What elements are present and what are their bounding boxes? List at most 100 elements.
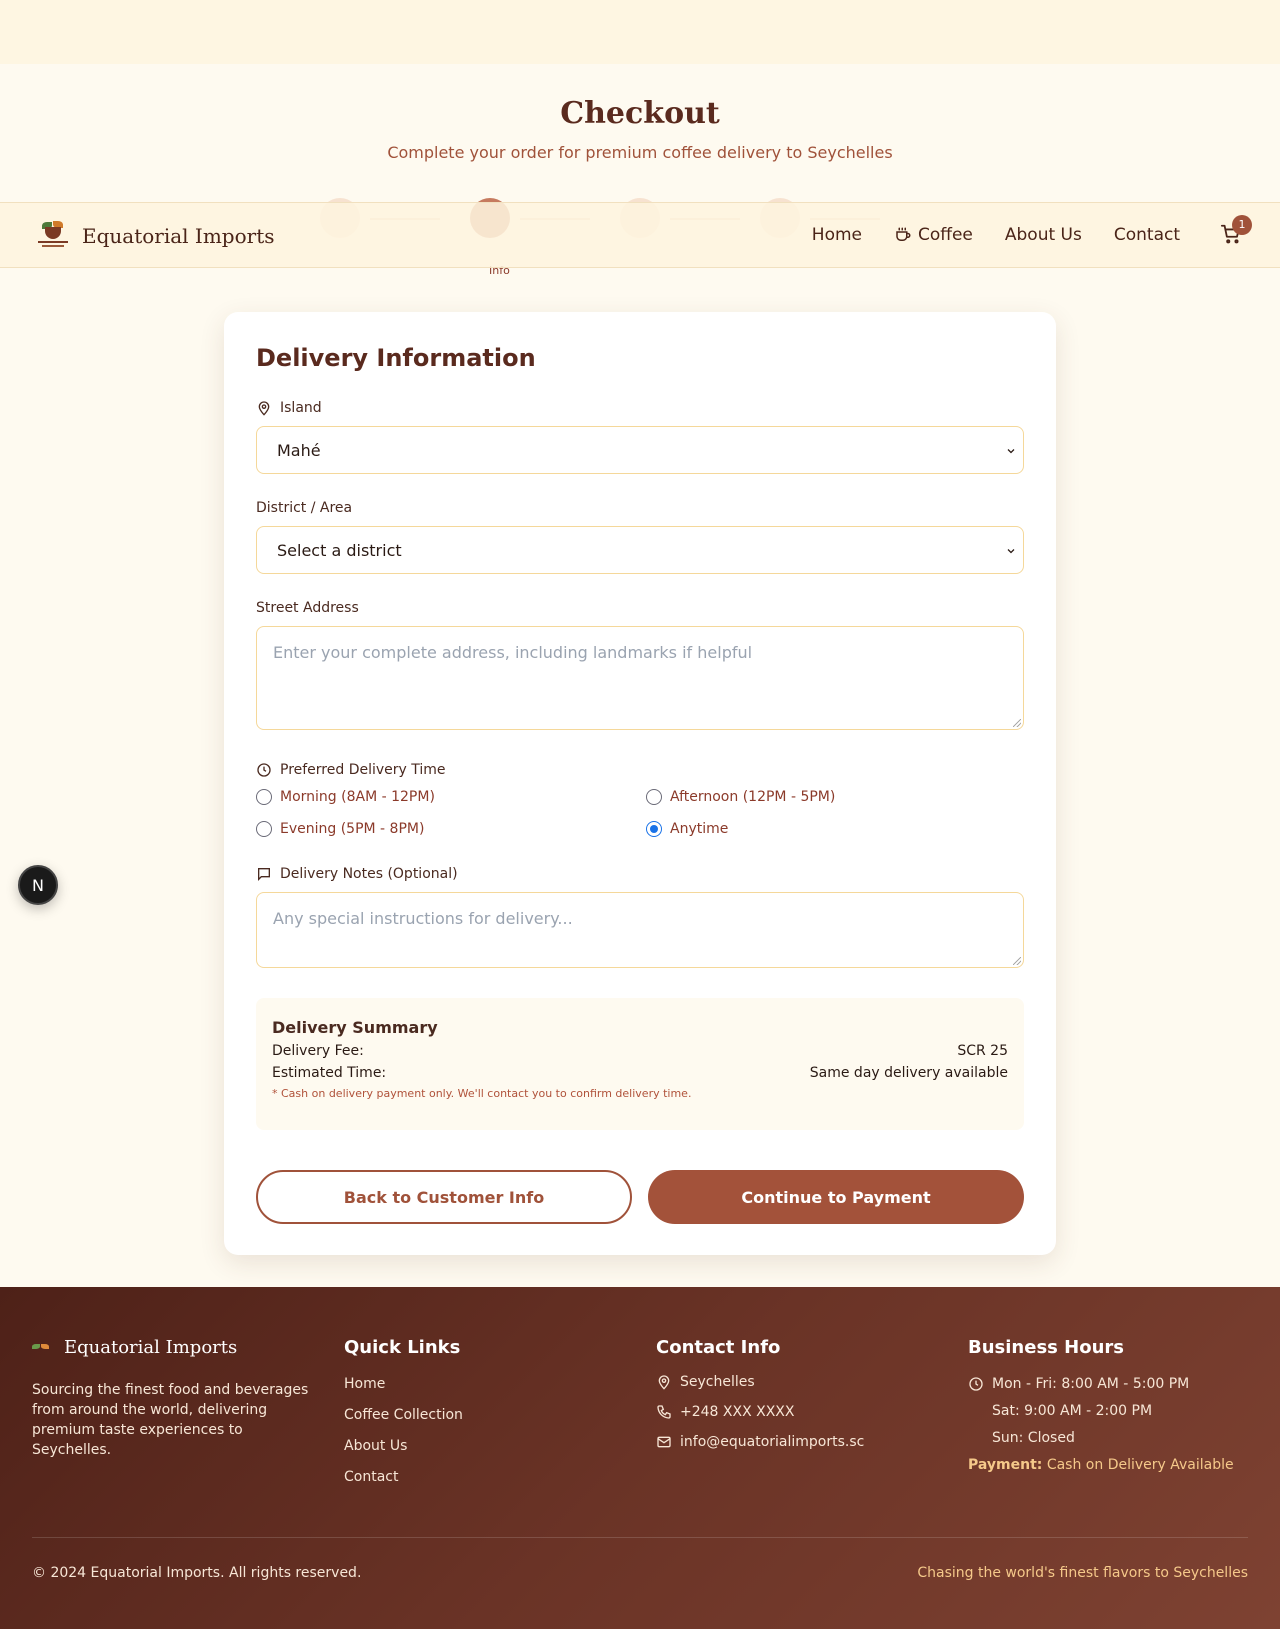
nav-coffee[interactable]: Coffee bbox=[894, 225, 973, 245]
nav-home[interactable]: Home bbox=[812, 225, 862, 245]
nav-coffee-label: Coffee bbox=[917, 225, 973, 245]
delivery-time-label: Preferred Delivery Time bbox=[256, 762, 446, 778]
location-text: Seychelles bbox=[680, 1374, 755, 1390]
hours-title: Business Hours bbox=[968, 1337, 1124, 1358]
radio-circle[interactable] bbox=[256, 789, 272, 805]
continue-button[interactable]: Continue to Payment bbox=[648, 1170, 1024, 1224]
map-pin-icon bbox=[656, 1374, 672, 1390]
footer: Equatorial Imports Sourcing the finest f… bbox=[0, 1287, 1280, 1629]
footer-contact: Contact Info Seychelles +248 XXX XXXX in… bbox=[656, 1337, 864, 1464]
back-button[interactable]: Back to Customer Info bbox=[256, 1170, 632, 1224]
delivery-notes-input[interactable]: Any special instructions for delivery... bbox=[256, 892, 1024, 968]
contact-email[interactable]: info@equatorialimports.sc bbox=[656, 1434, 864, 1450]
district-select[interactable]: Select a district bbox=[256, 526, 1024, 574]
street-placeholder: Enter your complete address, including l… bbox=[273, 643, 753, 662]
footer-link-about[interactable]: About Us bbox=[344, 1438, 463, 1454]
nav-contact[interactable]: Contact bbox=[1114, 225, 1180, 245]
form-title: Delivery Information bbox=[256, 344, 536, 372]
radio-circle[interactable] bbox=[646, 789, 662, 805]
summary-note: * Cash on delivery payment only. We'll c… bbox=[272, 1087, 692, 1100]
time-label: Estimated Time: bbox=[272, 1065, 387, 1081]
coffee-cup-icon bbox=[894, 226, 912, 244]
summary-title: Delivery Summary bbox=[272, 1018, 438, 1037]
island-select[interactable]: Mahé bbox=[256, 426, 1024, 474]
footer-brand-col: Equatorial Imports Sourcing the finest f… bbox=[32, 1337, 312, 1460]
contact-title: Contact Info bbox=[656, 1337, 781, 1358]
notes-label-text: Delivery Notes (Optional) bbox=[280, 866, 458, 882]
mail-icon bbox=[656, 1434, 672, 1450]
page-subtitle: Complete your order for premium coffee d… bbox=[387, 143, 893, 162]
hours-weekdays: Mon - Fri: 8:00 AM - 5:00 PM bbox=[968, 1376, 1234, 1392]
radio-label: Evening (5PM - 8PM) bbox=[280, 821, 425, 837]
nav-links: Home Coffee About Us Contact bbox=[812, 225, 1180, 245]
footer-hours: Business Hours Mon - Fri: 8:00 AM - 5:00… bbox=[968, 1337, 1234, 1484]
nav-about[interactable]: About Us bbox=[1005, 225, 1082, 245]
chevron-down-icon bbox=[1005, 545, 1017, 557]
radio-morning[interactable]: Morning (8AM - 12PM) bbox=[256, 789, 435, 805]
footer-divider bbox=[32, 1537, 1248, 1538]
footer-link-contact[interactable]: Contact bbox=[344, 1469, 463, 1485]
radio-evening[interactable]: Evening (5PM - 8PM) bbox=[256, 821, 424, 837]
contact-location: Seychelles bbox=[656, 1374, 864, 1390]
radio-label: Anytime bbox=[670, 821, 729, 837]
district-label: District / Area bbox=[256, 500, 353, 516]
top-band bbox=[0, 0, 1280, 64]
summary-row-fee: Delivery Fee: SCR 25 bbox=[272, 1043, 1008, 1059]
notes-label: Delivery Notes (Optional) bbox=[256, 866, 458, 882]
time-value: Same day delivery available bbox=[809, 1065, 1008, 1081]
navbar: Equatorial Imports Home Coffee About Us … bbox=[0, 202, 1280, 268]
message-icon bbox=[256, 866, 272, 882]
notes-placeholder: Any special instructions for delivery... bbox=[273, 909, 573, 928]
cart-count-badge: 1 bbox=[1232, 215, 1252, 235]
radio-circle[interactable] bbox=[256, 821, 272, 837]
cart-button[interactable]: 1 bbox=[1220, 215, 1252, 247]
radio-label: Afternoon (12PM - 5PM) bbox=[670, 789, 836, 805]
payment-label: Payment: bbox=[968, 1457, 1043, 1473]
footer-quick-links: Quick Links Home Coffee Collection About… bbox=[344, 1337, 463, 1500]
radio-afternoon[interactable]: Afternoon (12PM - 5PM) bbox=[646, 789, 835, 805]
chevron-down-icon bbox=[1005, 445, 1017, 457]
email-text: info@equatorialimports.sc bbox=[680, 1434, 865, 1450]
contact-phone[interactable]: +248 XXX XXXX bbox=[656, 1404, 864, 1420]
map-pin-icon bbox=[256, 400, 272, 416]
radio-anytime[interactable]: Anytime bbox=[646, 821, 728, 837]
phone-icon bbox=[656, 1404, 672, 1420]
district-value: Select a district bbox=[277, 540, 402, 560]
floating-n-button[interactable]: N bbox=[18, 865, 58, 905]
resize-handle-icon[interactable] bbox=[1013, 957, 1021, 965]
brand-name: Equatorial Imports bbox=[82, 224, 275, 248]
weekdays-text: Mon - Fri: 8:00 AM - 5:00 PM bbox=[992, 1376, 1190, 1392]
quick-links-title: Quick Links bbox=[344, 1337, 461, 1358]
page-title: Checkout bbox=[560, 96, 720, 131]
radio-label: Morning (8AM - 12PM) bbox=[280, 789, 435, 805]
delivery-form-card: Delivery Information Island Mahé Distric… bbox=[224, 312, 1056, 1255]
footer-link-home[interactable]: Home bbox=[344, 1376, 463, 1392]
brand[interactable]: Equatorial Imports bbox=[36, 219, 275, 253]
hours-sunday: Sun: Closed bbox=[992, 1430, 1075, 1446]
footer-tagline: Chasing the world's finest flavors to Se… bbox=[917, 1565, 1248, 1581]
footer-brand-name: Equatorial Imports bbox=[64, 1337, 238, 1358]
delivery-time-label-text: Preferred Delivery Time bbox=[280, 762, 446, 778]
payment-value: Cash on Delivery Available bbox=[1046, 1457, 1234, 1473]
page-header: Checkout Complete your order for premium… bbox=[0, 96, 1280, 162]
street-address-input[interactable]: Enter your complete address, including l… bbox=[256, 626, 1024, 730]
footer-brand[interactable]: Equatorial Imports bbox=[32, 1337, 312, 1358]
summary-row-time: Estimated Time: Same day delivery availa… bbox=[272, 1065, 1008, 1081]
brand-logo-icon bbox=[36, 219, 70, 253]
delivery-summary: Delivery Summary Delivery Fee: SCR 25 Es… bbox=[256, 998, 1024, 1130]
hours-saturday: Sat: 9:00 AM - 2:00 PM bbox=[992, 1403, 1153, 1419]
footer-copyright: © 2024 Equatorial Imports. All rights re… bbox=[32, 1565, 362, 1581]
fee-value: SCR 25 bbox=[957, 1043, 1008, 1059]
brand-leaf-icon bbox=[32, 1342, 50, 1354]
street-label: Street Address bbox=[256, 600, 359, 616]
island-label: Island bbox=[256, 400, 322, 416]
resize-handle-icon[interactable] bbox=[1013, 719, 1021, 727]
clock-icon bbox=[968, 1376, 984, 1392]
radio-circle-selected[interactable] bbox=[646, 821, 662, 837]
fee-label: Delivery Fee: bbox=[272, 1043, 364, 1059]
island-value: Mahé bbox=[277, 440, 321, 460]
clock-icon bbox=[256, 762, 272, 778]
island-label-text: Island bbox=[280, 400, 322, 416]
footer-description: Sourcing the finest food and beverages f… bbox=[32, 1382, 309, 1458]
footer-link-coffee[interactable]: Coffee Collection bbox=[344, 1407, 463, 1423]
